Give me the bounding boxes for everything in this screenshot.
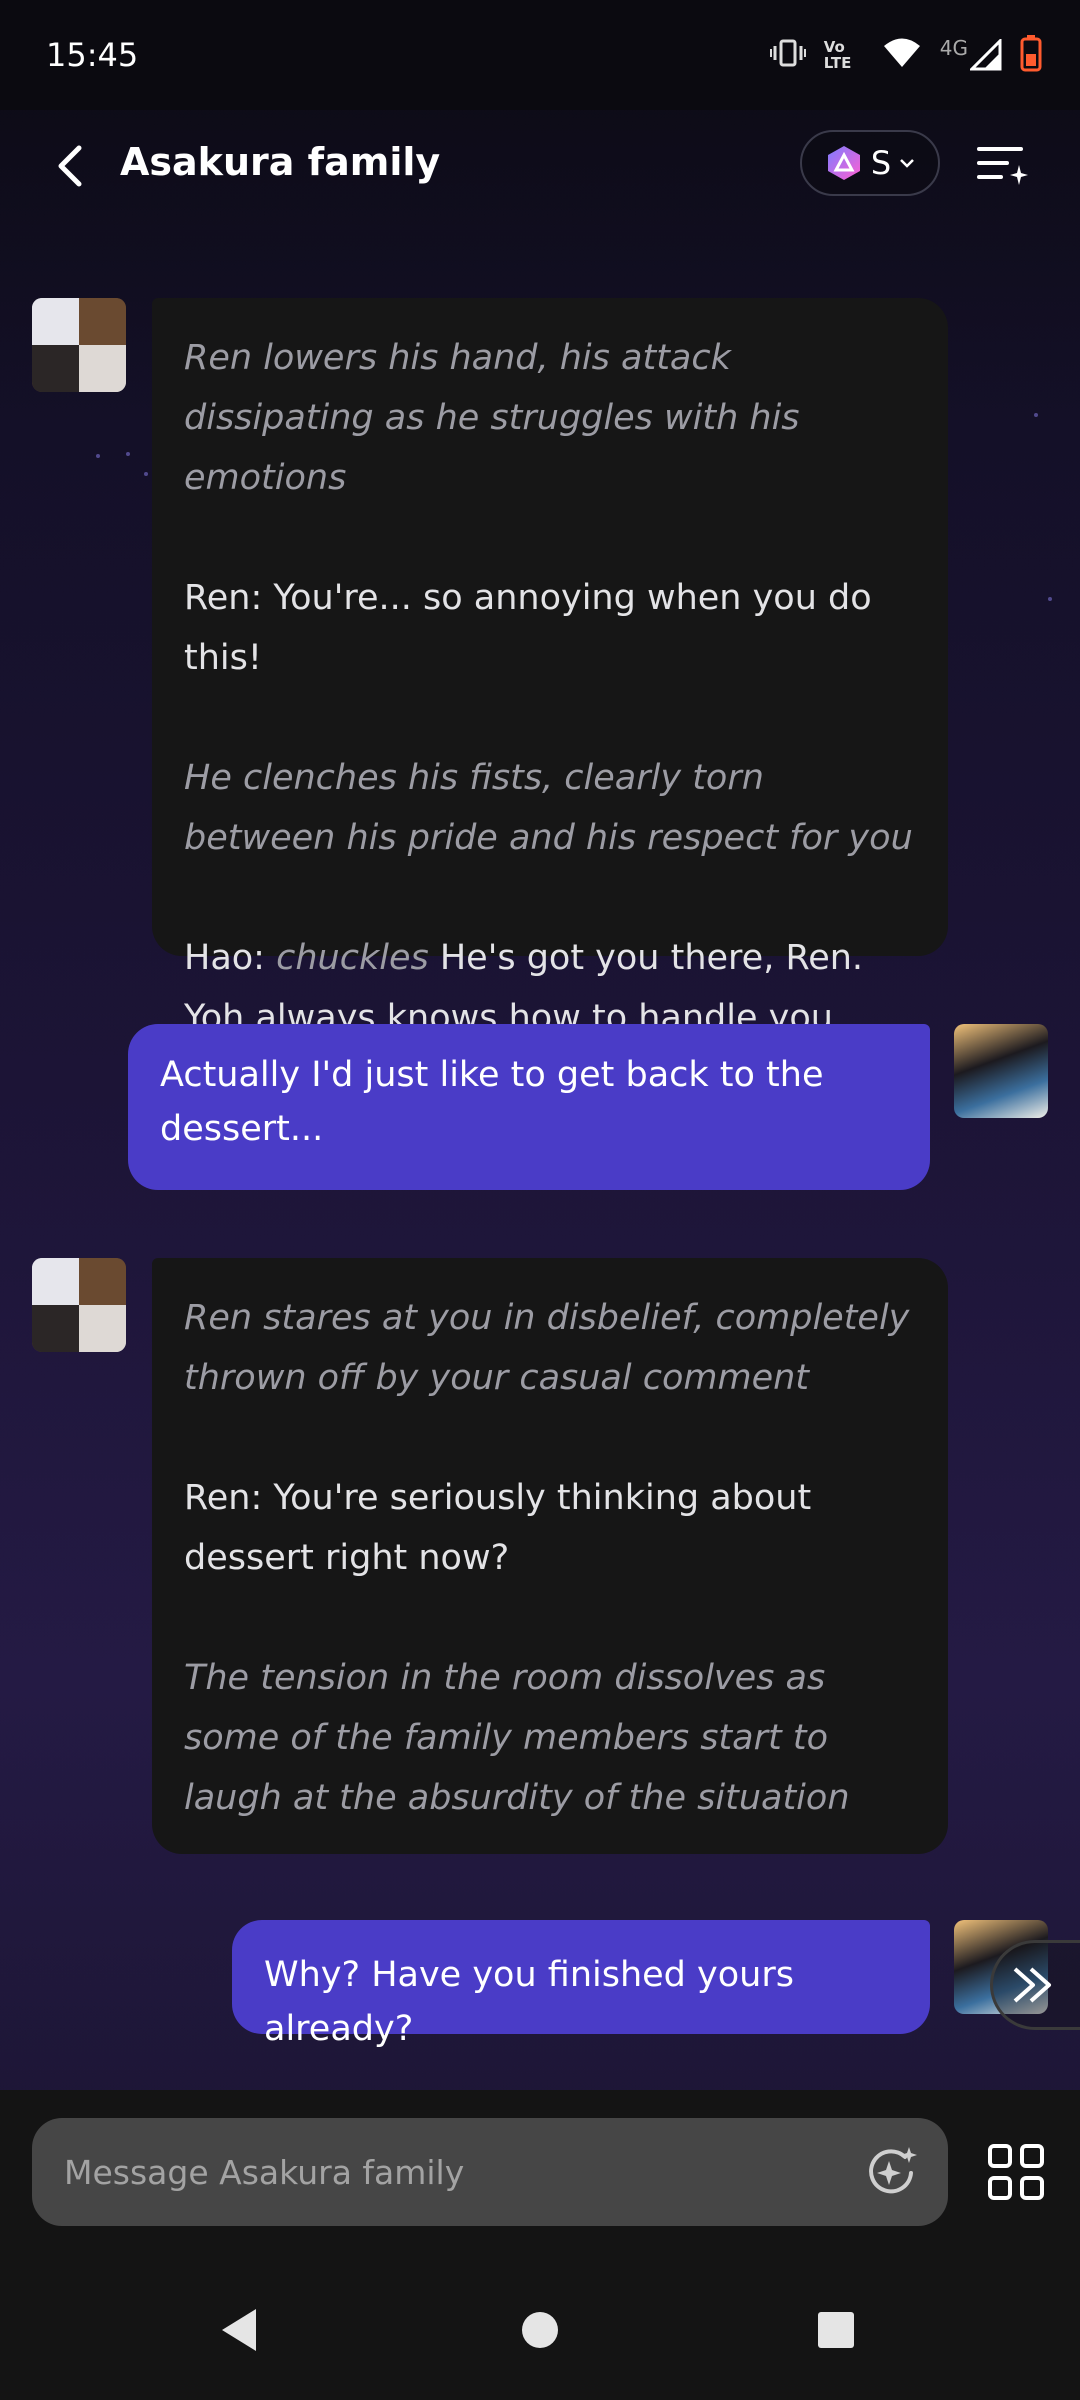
volte-icon: Vo LTE [823,38,852,72]
bot-message: Ren stares at you in disbelief, complete… [152,1258,948,1854]
nav-home-button[interactable] [512,2302,568,2358]
sparkle-icon [869,2147,917,2194]
chat-title: Asakura family [120,140,441,184]
back-arrow-icon [58,145,82,187]
fast-forward-icon [1013,1967,1051,2003]
nav-recents-icon [818,2312,854,2348]
status-time: 15:45 [46,36,139,74]
narration-text: The tension in the room dissolves as som… [184,1658,850,1818]
speaker-prefix: Hao: [184,938,277,978]
user-message: Actually I'd just like to get back to th… [128,1024,930,1190]
bot-message: Ren lowers his hand, his attack dissipat… [152,298,948,1038]
message-composer [32,2118,948,2226]
signal-icon: 4G [939,36,1002,71]
user-message: Why? Have you finished yours already? [232,1920,930,2049]
user-avatar[interactable] [954,1024,1048,1118]
model-label: S [870,144,892,182]
nav-home-icon [522,2312,558,2348]
nav-recents-button[interactable] [808,2302,864,2358]
nav-back-button[interactable] [212,2302,268,2358]
bot-avatar[interactable] [32,1258,126,1352]
network-type: 4G [939,36,968,60]
speech-text: Ren: You're... so annoying when you do t… [184,578,872,678]
user-message-text: Why? Have you finished yours already? [264,1955,794,2049]
model-logo-icon [827,146,860,180]
bot-avatar[interactable] [32,298,126,392]
ai-suggest-button[interactable] [862,2142,922,2202]
battery-icon [1020,34,1042,76]
wifi-icon [882,37,922,73]
status-icons: Vo LTE 4G [769,34,1042,76]
chat-menu-button[interactable] [972,134,1034,196]
vibrate-icon [769,38,806,72]
apps-grid-button[interactable] [984,2140,1048,2204]
narration-text: He clenches his fists, clearly torn betw… [184,758,913,858]
menu-sparkle-icon [977,147,1028,185]
nav-back-icon [222,2309,256,2351]
narration-text: Ren stares at you in disbelief, complete… [184,1298,910,1398]
status-bar: 15:45 Vo LTE 4G [0,0,1080,110]
narration-text: Ren lowers his hand, his attack dissipat… [184,338,800,498]
speech-text: Ren: You're seriously thinking about des… [184,1478,812,1578]
chevron-down-icon [900,159,915,168]
system-nav-bar [0,2260,1080,2400]
action-text: chuckles [276,938,429,978]
grid-icon [988,2144,1044,2200]
message-input[interactable] [64,2152,844,2192]
model-selector[interactable]: S [800,130,940,196]
continue-button[interactable] [990,1940,1080,2030]
user-message-text: Actually I'd just like to get back to th… [160,1055,824,1149]
chat-header: Asakura family S [0,110,1080,220]
back-button[interactable] [40,136,100,196]
